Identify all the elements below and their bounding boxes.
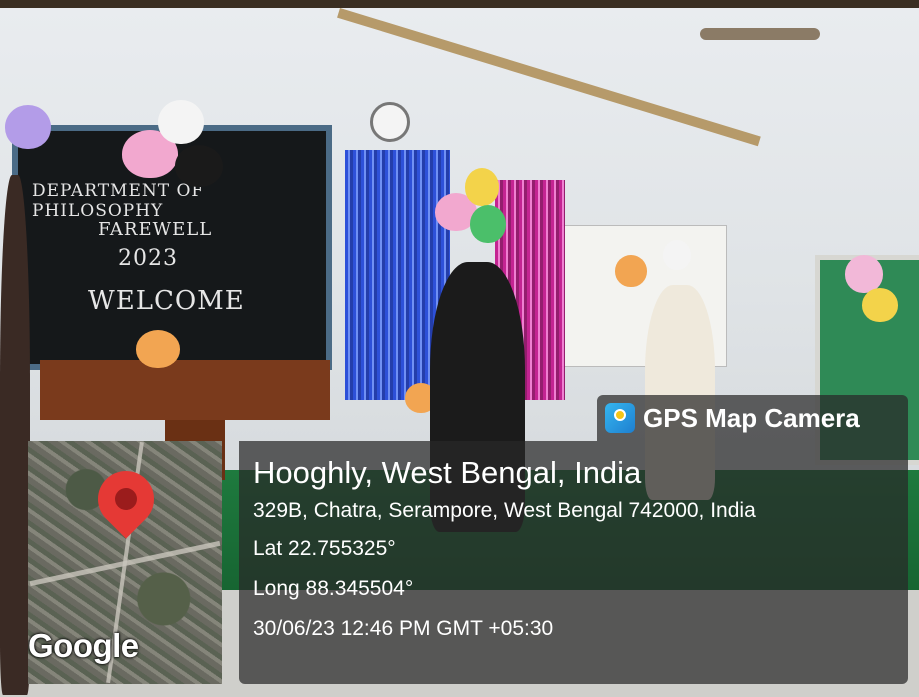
board-line-welcome: WELCOME [88,286,245,316]
map-thumbnail: Google [28,441,222,684]
google-logo: Google [28,627,139,664]
balloon [136,330,180,368]
timestamp: 30/06/23 12:46 PM GMT +05:30 [253,617,554,640]
gps-map-camera-icon [605,403,635,433]
board-line-year: 2023 [118,246,178,271]
balloon [158,100,204,144]
podium [40,360,330,420]
balloon [663,240,691,270]
gps-app-name: GPS Map Camera [643,403,860,433]
place-name: Hooghly, West Bengal, India [253,455,642,490]
balloon [615,255,647,287]
location-pin-center [115,488,137,510]
balloon [175,145,223,187]
location-info-panel: Hooghly, West Bengal, India 329B, Chatra… [239,441,908,684]
ceiling-fan [700,28,820,40]
balloon [470,205,506,243]
top-bar [0,0,919,8]
latitude: Lat 22.755325° [253,537,396,560]
person-at-edge [0,175,30,695]
wall-clock [370,102,410,142]
balloon [862,288,898,322]
gps-camera-header: GPS Map Camera [597,395,908,441]
longitude: Long 88.345504° [253,577,414,600]
street-address: 329B, Chatra, Serampore, West Bengal 742… [253,499,756,522]
board-line-farewell: FAREWELL [98,219,213,240]
board-line-department: DEPARTMENT OF PHILOSOPHY [32,181,205,221]
balloon [465,168,499,206]
balloon [5,105,51,149]
